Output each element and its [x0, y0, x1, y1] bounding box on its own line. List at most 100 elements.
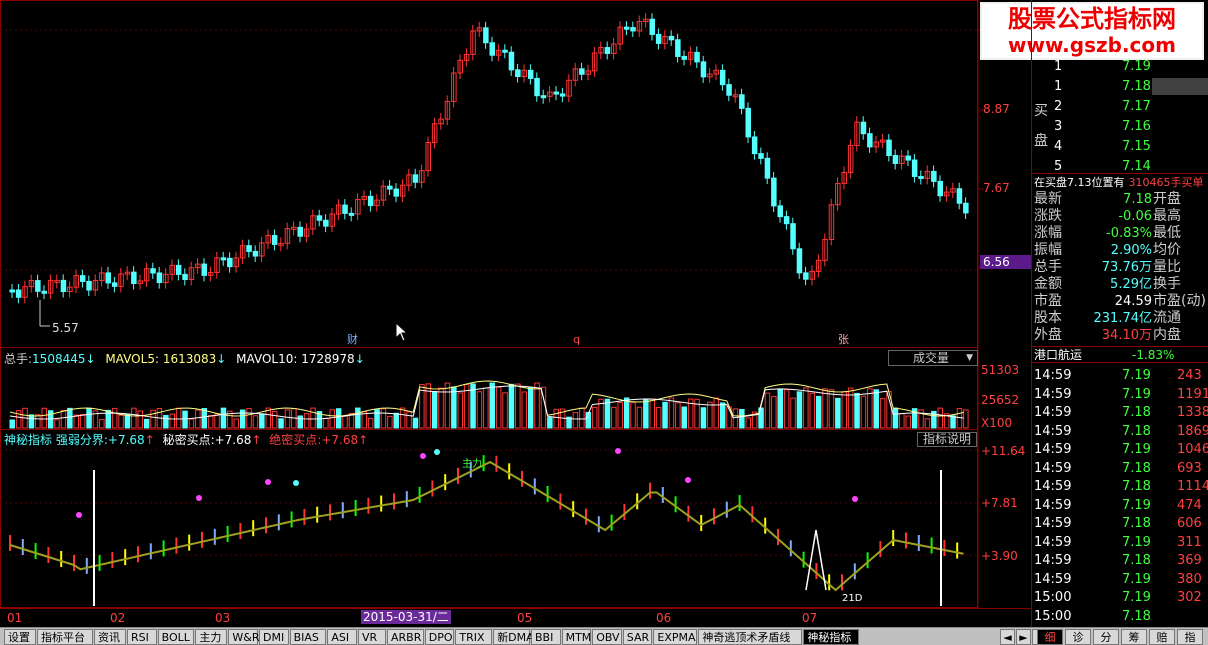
tab-3[interactable]: RSI: [127, 629, 157, 645]
candle-body: [297, 226, 303, 237]
quote-value: 5.29亿: [1110, 277, 1152, 292]
tab-11[interactable]: ARBR: [387, 629, 424, 645]
quote-row: 外盘 34.10万 内盘: [1032, 327, 1208, 344]
volume-bar: [457, 392, 463, 429]
order-status-row: 在买盘7.13位置有 310465手买单: [1032, 173, 1208, 190]
tab-12[interactable]: DPO: [424, 629, 455, 645]
low-price-label: 5.57: [52, 321, 79, 335]
candle-body: [739, 94, 745, 109]
volume-bar: [649, 398, 655, 429]
volume-bar: [905, 415, 911, 429]
chart-canvas[interactable]: [0, 0, 1031, 627]
tick-row: 15:00 7.18: [1032, 608, 1208, 625]
indicator-axis-high: +11.64: [981, 444, 1026, 458]
panel-tab-4[interactable]: 赔: [1149, 629, 1175, 645]
panel-tab-5[interactable]: 指: [1177, 629, 1203, 645]
tab-10[interactable]: VR: [358, 629, 386, 645]
candle-body: [35, 280, 41, 292]
quote-row: 振幅 2.90% 均价: [1032, 242, 1208, 259]
tab-18[interactable]: SAR: [622, 629, 653, 645]
tick-volume: 302: [1177, 590, 1202, 605]
quote-label-right: 内盘: [1153, 327, 1181, 343]
volume-indicator-dropdown[interactable]: 成交量 ▼: [888, 350, 978, 366]
tick-price: 7.18: [1122, 608, 1151, 624]
volume-bar: [28, 414, 35, 429]
indicator-explain-button[interactable]: 指标说明: [917, 432, 977, 447]
panel-tab-3[interactable]: 筹: [1121, 629, 1147, 645]
tick-volume: 311: [1177, 534, 1202, 550]
tab-6[interactable]: W&R: [228, 629, 260, 645]
quote-label: 股本: [1034, 310, 1062, 326]
candle-body: [553, 91, 559, 95]
candle-body: [131, 271, 137, 285]
tab-7[interactable]: DMI: [259, 629, 289, 645]
tab-19[interactable]: EXPMA: [653, 629, 698, 645]
tab-16[interactable]: MTM: [561, 629, 591, 645]
tab-9[interactable]: ASI: [327, 629, 357, 645]
quote-label: 外盘: [1034, 327, 1062, 343]
quote-label: 涨幅: [1034, 225, 1062, 241]
volume-bar: [707, 401, 713, 429]
candle-body: [931, 170, 937, 182]
tab-20[interactable]: 神奇逃顶术矛盾线: [698, 629, 803, 645]
panel-tab-0[interactable]: 细: [1037, 629, 1063, 645]
tick-price: 7.18: [1122, 405, 1151, 420]
volume-bar: [252, 415, 259, 429]
quote-value: 231.74亿: [1093, 311, 1153, 326]
scroll-right-icon[interactable]: ►: [1016, 629, 1031, 645]
volume-bar: [796, 391, 803, 429]
tab-13[interactable]: TRIX: [455, 629, 493, 645]
marker-zhang[interactable]: 张: [838, 333, 849, 347]
quote-value: 34.10万: [1101, 328, 1152, 343]
indicator-low-tag: 21D: [842, 593, 863, 604]
buy-level: 1: [1054, 79, 1063, 94]
quote-label: 总手: [1034, 259, 1062, 275]
tick-price: 7.18: [1122, 479, 1151, 494]
volume-bar: [233, 418, 239, 429]
candle-body: [9, 289, 15, 293]
tab-14[interactable]: 新DMA: [493, 629, 534, 645]
buy-order-row[interactable]: 2 7.17: [1032, 98, 1208, 115]
buy-order-row[interactable]: 3 7.16: [1032, 118, 1208, 135]
tab-2[interactable]: 资讯: [94, 629, 126, 645]
volume-total: 1508445: [32, 352, 86, 366]
marker-q[interactable]: q: [573, 333, 580, 347]
tick-volume: 693: [1177, 460, 1202, 476]
tab-4[interactable]: BOLL: [157, 629, 195, 645]
scroll-left-icon[interactable]: ◄: [1000, 629, 1015, 645]
tab-17[interactable]: OBV: [592, 629, 622, 645]
candle-body: [502, 49, 508, 53]
tab-5[interactable]: 主力: [195, 629, 228, 645]
buy-order-row[interactable]: 1 7.19: [1032, 58, 1208, 75]
stock-name-row[interactable]: 港口航运 -1.83%: [1032, 346, 1208, 363]
volume-bar: [393, 412, 399, 429]
candle-body: [867, 133, 873, 148]
tab-15[interactable]: BBI: [531, 629, 561, 645]
volume-bar: [175, 407, 182, 429]
tab-1[interactable]: 指标平台: [37, 629, 93, 645]
buy-price: 7.15: [1122, 139, 1151, 154]
panel-tab-1[interactable]: 诊: [1065, 629, 1091, 645]
quote-label-right: 最高: [1153, 208, 1181, 224]
tab-0[interactable]: 设置: [4, 629, 36, 645]
tab-21[interactable]: 神秘指标: [803, 629, 860, 645]
quote-label-right: 均价: [1153, 242, 1181, 258]
buy-order-row[interactable]: 4 7.15: [1032, 138, 1208, 155]
volume-bar: [201, 408, 207, 429]
volume-total-label: 总手:: [4, 352, 33, 366]
volume-bar: [572, 412, 579, 429]
indicator-s3: +7.68: [321, 433, 359, 447]
panel-tab-2[interactable]: 分: [1093, 629, 1119, 645]
volume-bar: [188, 418, 195, 429]
volume-bar: [636, 406, 643, 429]
volume-axis-high: 51303: [981, 363, 1020, 377]
volume-bar: [630, 402, 636, 429]
marker-cai[interactable]: 财: [347, 333, 358, 347]
volume-bar: [668, 397, 675, 429]
tab-8[interactable]: BIAS: [289, 629, 327, 645]
tick-price: 7.19: [1122, 590, 1151, 605]
volume-bar: [681, 406, 687, 429]
quote-value: 2.90%: [1110, 243, 1152, 258]
volume-bar: [419, 384, 425, 429]
candle-body: [623, 26, 630, 30]
